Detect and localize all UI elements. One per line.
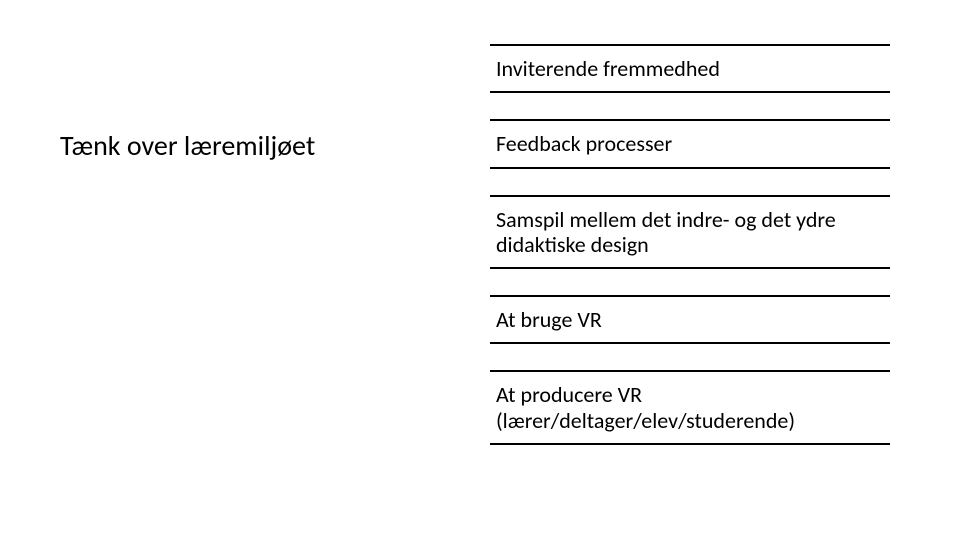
list-item: Inviterende fremmedhed xyxy=(490,44,890,93)
list-item: At bruge VR xyxy=(490,295,890,344)
bullet-list: Inviterende fremmedhed Feedback processe… xyxy=(490,44,890,445)
list-item: At producere VR (lærer/deltager/elev/stu… xyxy=(490,370,890,445)
list-item: Samspil mellem det indre- og det ydre di… xyxy=(490,195,890,270)
slide: Tænk over læremiljøet Inviterende fremme… xyxy=(0,0,960,540)
slide-heading: Tænk over læremiljøet xyxy=(60,128,440,163)
list-item: Feedback processer xyxy=(490,119,890,168)
